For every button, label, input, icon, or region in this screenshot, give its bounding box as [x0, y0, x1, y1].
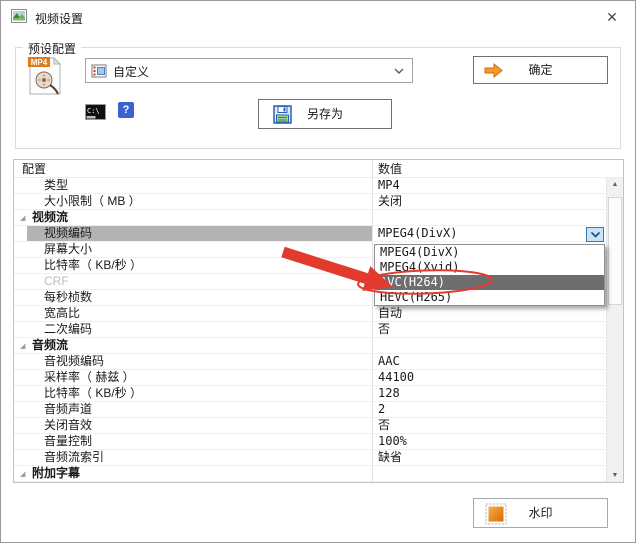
table-row[interactable]: 大小限制（ MB ）关闭	[14, 194, 623, 210]
dropdown-item[interactable]: MPEG4(DivX)	[375, 245, 604, 260]
svg-text:MP4: MP4	[31, 58, 48, 67]
grid-body: 类型MP4大小限制（ MB ）关闭◢视频流视频编码MPEG4(DivX)屏幕大小…	[14, 178, 623, 482]
table-row[interactable]: 比特率（ KB/秒 ）128	[14, 386, 623, 402]
table-row[interactable]: 音频流索引缺省	[14, 450, 623, 466]
row-value: 关闭	[373, 194, 604, 209]
group-row-label: 视频流	[14, 210, 373, 225]
row-value: 否	[373, 322, 604, 337]
orange-arrow-icon	[484, 63, 503, 78]
codec-dropdown-list: MPEG4(DivX)MPEG4(Xvid)AVC(H264)HEVC(H265…	[374, 244, 605, 306]
watermark-button[interactable]: 水印	[473, 498, 608, 528]
vertical-scrollbar[interactable]: ▲ ▼	[606, 178, 623, 482]
window-title: 视频设置	[35, 10, 83, 27]
row-label: 音量控制	[14, 434, 373, 449]
dropdown-item[interactable]: MPEG4(Xvid)	[375, 260, 604, 275]
table-row[interactable]: 音频声道2	[14, 402, 623, 418]
ok-button[interactable]: 确定	[473, 56, 608, 84]
scroll-down-icon[interactable]: ▼	[607, 472, 623, 479]
preset-combobox[interactable]: 自定义	[85, 58, 413, 83]
group-row[interactable]: ◢视频流	[14, 210, 623, 226]
table-row[interactable]: 视频编码MPEG4(DivX)	[14, 226, 623, 242]
settings-grid: 配置 数值 类型MP4大小限制（ MB ）关闭◢视频流视频编码MPEG4(Div…	[13, 159, 624, 483]
row-label: 宽高比	[14, 306, 373, 321]
table-row[interactable]: 采样率（ 赫兹 ）44100	[14, 370, 623, 386]
floppy-icon	[273, 105, 292, 124]
app-icon	[11, 8, 27, 24]
row-label: 二次编码	[14, 322, 373, 337]
column-header-config[interactable]: 配置	[14, 160, 373, 177]
save-as-button-label: 另存为	[307, 107, 343, 121]
cmd-icon-text: C:\	[87, 107, 100, 115]
group-row-label: 音频流	[14, 338, 373, 353]
expand-icon[interactable]: ◢	[20, 339, 25, 354]
row-value: 2	[373, 402, 604, 417]
chevron-down-icon[interactable]	[394, 68, 404, 74]
row-label: 类型	[14, 178, 373, 193]
help-icon[interactable]: ?	[118, 102, 134, 118]
row-value: 自动	[373, 306, 604, 321]
row-label: 每秒桢数	[14, 290, 373, 305]
scrollbar-thumb[interactable]	[608, 197, 622, 305]
row-label: 屏幕大小	[14, 242, 373, 257]
table-row[interactable]: 音视频编码AAC	[14, 354, 623, 370]
row-value: 44100	[373, 370, 604, 385]
row-label: 关闭音效	[14, 418, 373, 433]
table-row[interactable]: 类型MP4	[14, 178, 623, 194]
row-value: 128	[373, 386, 604, 401]
expand-icon[interactable]: ◢	[20, 467, 25, 482]
row-value: 否	[373, 418, 604, 433]
watermark-button-label: 水印	[528, 506, 552, 520]
row-value: MP4	[373, 178, 604, 193]
row-label: 音频流索引	[14, 450, 373, 465]
column-header-value[interactable]: 数值	[373, 160, 604, 177]
grid-header: 配置 数值	[14, 160, 623, 178]
group-row-label: 附加字幕	[14, 466, 373, 481]
ok-button-label: 确定	[528, 63, 552, 77]
row-label: 大小限制（ MB ）	[14, 194, 373, 209]
group-row[interactable]: ◢音频流	[14, 338, 623, 354]
close-icon[interactable]: ✕	[601, 6, 623, 28]
row-label: 采样率（ 赫兹 ）	[14, 370, 373, 385]
command-line-icon[interactable]: C:\	[85, 104, 106, 123]
dropdown-item[interactable]: AVC(H264)	[375, 275, 604, 290]
mp4-file-icon: MP4	[25, 55, 63, 97]
dropdown-item[interactable]: HEVC(H265)	[375, 290, 604, 305]
row-value: 100%	[373, 434, 604, 449]
table-row[interactable]: 二次编码否	[14, 322, 623, 338]
film-icon	[91, 63, 107, 79]
watermark-stamp-icon	[485, 503, 507, 525]
row-value: 缺省	[373, 450, 604, 465]
table-row[interactable]: 宽高比自动	[14, 306, 623, 322]
row-label: 比特率（ KB/秒 ）	[14, 386, 373, 401]
row-value: MPEG4(DivX)	[373, 226, 604, 241]
row-label: 比特率（ KB/秒 ）	[14, 258, 373, 273]
row-label: 音视频编码	[14, 354, 373, 369]
row-value: AAC	[373, 354, 604, 369]
table-row[interactable]: 音量控制100%	[14, 434, 623, 450]
table-row[interactable]: 关闭音效否	[14, 418, 623, 434]
group-row[interactable]: ◢附加字幕	[14, 466, 623, 482]
expand-icon[interactable]: ◢	[20, 211, 25, 226]
video-settings-dialog: 视频设置 ✕ 预设配置 MP4 自定义 确定	[0, 0, 636, 543]
scroll-up-icon[interactable]: ▲	[607, 181, 623, 188]
preset-combo-value: 自定义	[113, 63, 149, 80]
row-label: 视频编码	[14, 226, 373, 241]
row-label: CRF	[14, 274, 373, 289]
row-label: 音频声道	[14, 402, 373, 417]
save-as-button[interactable]: 另存为	[258, 99, 392, 129]
value-dropdown-button[interactable]	[586, 227, 604, 242]
